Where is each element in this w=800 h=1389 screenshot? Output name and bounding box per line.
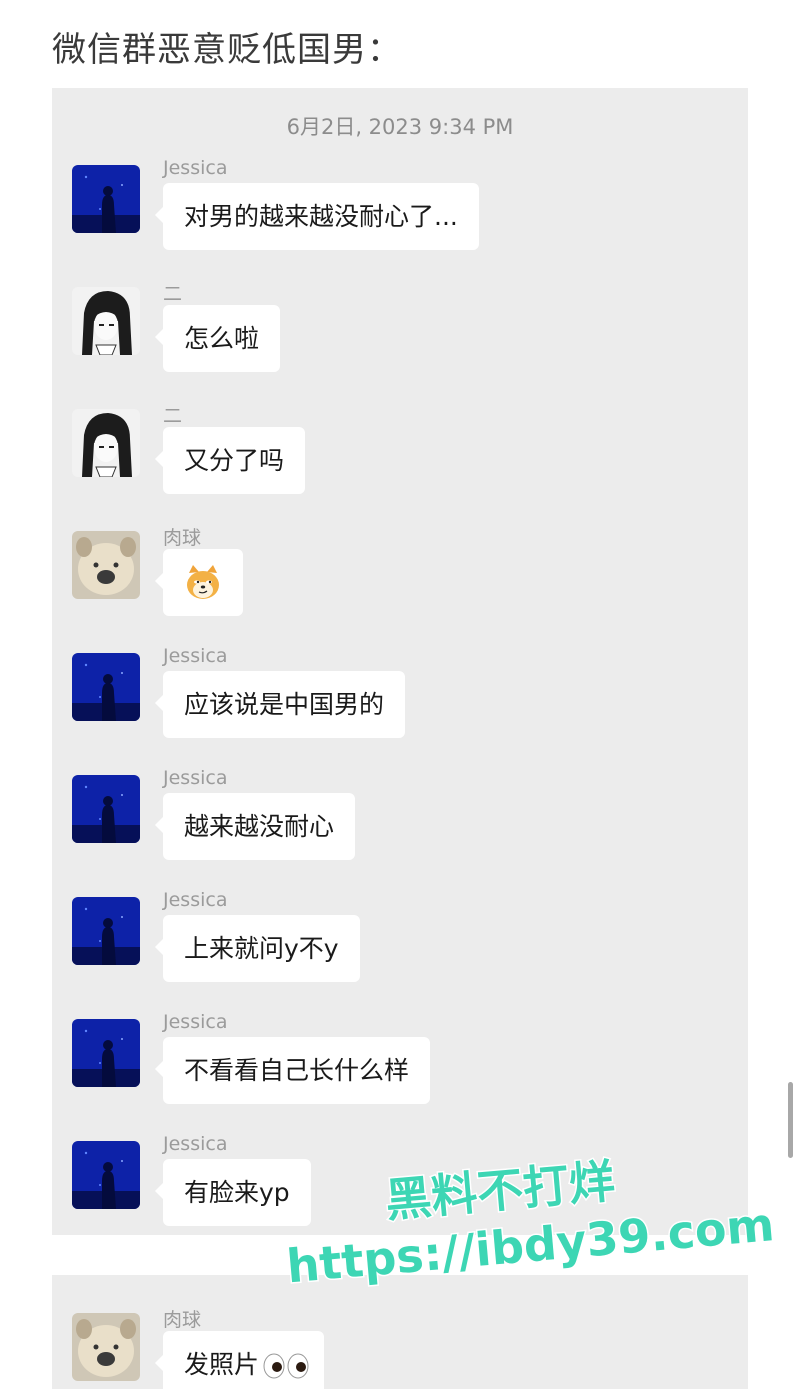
message-bubble[interactable]: 有脸来yp: [155, 1159, 311, 1226]
sender-name: Jessica: [163, 889, 228, 911]
avatar-dog-face[interactable]: [72, 531, 140, 599]
sender-name: 二: [163, 405, 183, 427]
message-bubble[interactable]: 怎么啦: [154, 305, 281, 372]
eyes-emoji-icon: [263, 1353, 309, 1379]
avatar-blue-silhouette[interactable]: [72, 1019, 140, 1087]
chat-message: Jessica 上来就问y不y: [72, 889, 728, 997]
message-bubble[interactable]: 应该说是中国男的: [154, 671, 406, 738]
chat-message: Jessica 有脸来yp: [72, 1133, 728, 1235]
doge-emoji-icon: [187, 565, 219, 599]
sender-name: 二: [163, 283, 183, 305]
scrollbar[interactable]: [788, 1082, 793, 1158]
avatar-blue-silhouette[interactable]: [72, 775, 140, 843]
sender-name: Jessica: [163, 767, 228, 789]
sender-name: 肉球: [163, 1309, 202, 1331]
avatar-blue-silhouette[interactable]: [72, 653, 140, 721]
chat-screenshot: 6月2日, 2023 9:34 PM Jessica 对男的越来越没耐心了...: [52, 88, 748, 1235]
message-bubble[interactable]: 不看看自己长什么样: [154, 1037, 431, 1104]
sender-name: 肉球: [163, 527, 202, 549]
chat-message: 二 又分了吗: [72, 405, 728, 509]
sender-name: Jessica: [163, 1011, 228, 1033]
chat-message: Jessica 对男的越来越没耐心了...: [72, 157, 728, 265]
avatar-blue-silhouette[interactable]: [72, 1141, 140, 1209]
sender-name: Jessica: [163, 1133, 228, 1155]
message-text: 发照片: [184, 1350, 260, 1379]
post-title: 微信群恶意贬低国男：: [52, 30, 402, 70]
message-bubble[interactable]: [155, 549, 243, 616]
avatar-dog-face[interactable]: [72, 1313, 140, 1381]
chat-screenshot-continued: 肉球 发照片: [52, 1275, 748, 1389]
message-bubble[interactable]: 对男的越来越没耐心了...: [155, 183, 479, 250]
sender-name: Jessica: [163, 645, 228, 667]
chat-message: Jessica 应该说是中国男的: [72, 645, 728, 753]
chat-timestamp: 6月2日, 2023 9:34 PM: [286, 115, 514, 139]
avatar-blue-silhouette[interactable]: [72, 165, 140, 233]
chat-message: Jessica 越来越没耐心: [72, 767, 728, 875]
chat-message: Jessica 不看看自己长什么样: [72, 1011, 728, 1119]
message-bubble[interactable]: 上来就问y不y: [155, 915, 360, 982]
chat-message: 二 怎么啦: [72, 283, 728, 387]
sender-name: Jessica: [163, 157, 228, 179]
message-bubble[interactable]: 发照片: [154, 1331, 325, 1389]
avatar-blue-silhouette[interactable]: [72, 897, 140, 965]
chat-message: 肉球 发照片: [72, 1309, 728, 1389]
message-bubble[interactable]: 越来越没耐心: [154, 793, 356, 860]
avatar-manga-girl[interactable]: [72, 409, 140, 477]
message-bubble[interactable]: 又分了吗: [154, 427, 306, 494]
chat-message: 肉球: [72, 527, 728, 631]
avatar-manga-girl[interactable]: [72, 287, 140, 355]
cropped-bubble: [162, 1260, 322, 1276]
